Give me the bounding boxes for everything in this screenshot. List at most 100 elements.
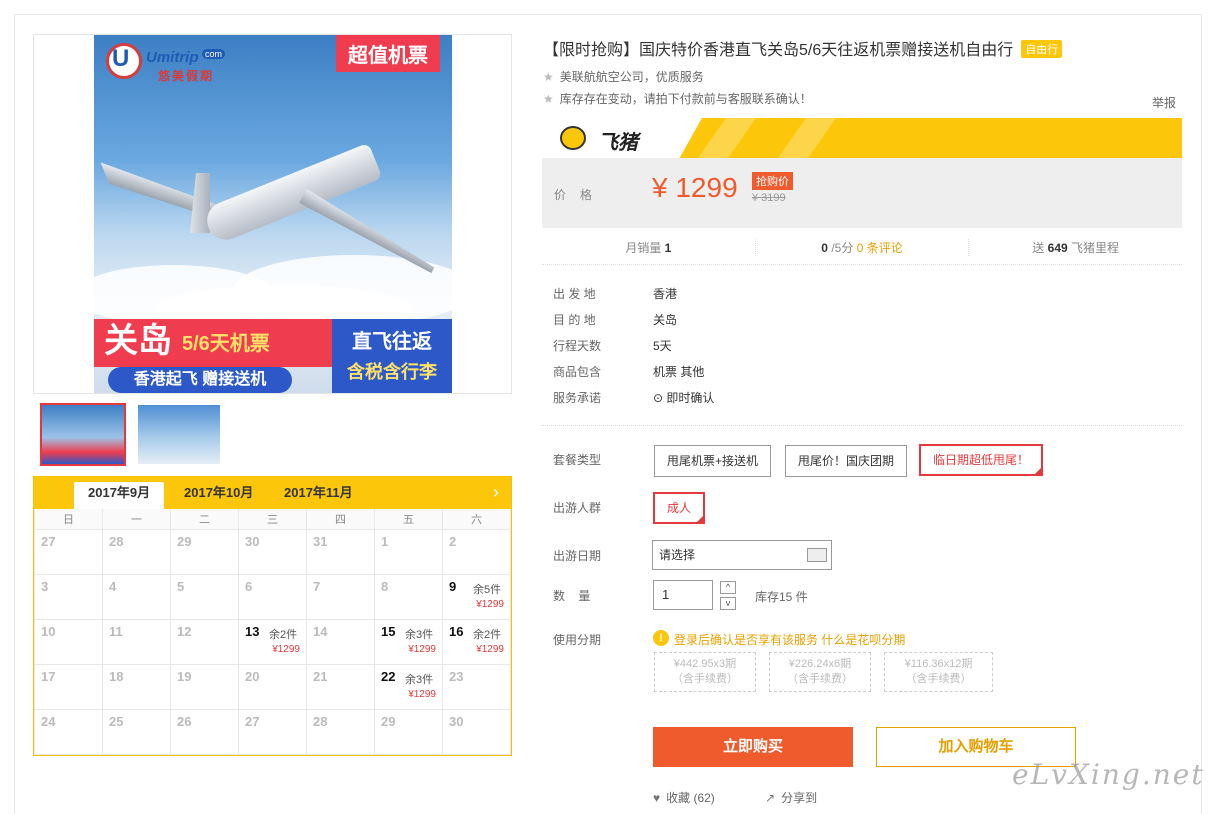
fliggy-bar: 飞猪	[542, 118, 1182, 158]
day-number: 28	[109, 533, 124, 549]
tab-nov-2017[interactable]: 2017年11月	[270, 482, 367, 509]
package-option-2[interactable]: 甩尾价！国庆团期	[785, 445, 908, 477]
installment-warning[interactable]: 登录后确认是否享有该服务 什么是花呗分期	[674, 631, 905, 648]
day-number: 4	[109, 578, 117, 594]
star-icon: ★	[543, 92, 554, 106]
current-price: ¥ 1299	[652, 172, 738, 203]
day-price: ¥1299	[476, 598, 504, 610]
installment-option-6[interactable]: ¥226.24x6期 （含手续费）	[769, 652, 871, 692]
calendar-grid: 日一二三四五六 27 28 29 30 31 1 2 3 4 5 6 7 8 9 余5件 ¥1299 10 11 1…	[34, 509, 511, 755]
heart-icon: ♥	[653, 791, 661, 805]
sub-info-1: ★ 美联航航空公司，优质服务	[543, 70, 704, 84]
umitrip-logo: U Umitrip com 悠美假期	[106, 43, 226, 85]
info-row: 商品包含 机票 其他	[553, 365, 705, 379]
installment-option-12[interactable]: ¥116.36x12期 （含手续费）	[884, 652, 993, 692]
date-label: 出游日期	[553, 549, 602, 563]
day-number: 6	[245, 578, 253, 594]
day-number: 17	[41, 668, 56, 684]
package-option-3[interactable]: 临日期超低甩尾！	[919, 444, 1044, 476]
price-box: 价格 ¥ 1299 抢购价 ¥ 3199	[542, 158, 1182, 228]
calendar-day[interactable]: 16 余2件 ¥1299	[442, 618, 511, 665]
share-icon: ↗	[765, 791, 776, 805]
increment-button[interactable]: ^	[720, 581, 736, 594]
day-number: 1	[381, 533, 389, 549]
share-link[interactable]: ↗ 分享到	[765, 789, 817, 806]
calendar-day: 27	[238, 708, 307, 755]
date-picker-input[interactable]: 请选择	[652, 540, 832, 570]
day-number: 14	[313, 623, 328, 639]
thumbnail-1[interactable]	[40, 403, 126, 466]
product-title: 【限时抢购】国庆特价香港直飞关岛5/6天往返机票赠接送机自由行 自由行	[543, 36, 1063, 60]
day-number: 29	[177, 533, 192, 549]
poster-subline: 香港起飞 赠接送机	[108, 367, 292, 393]
price-label: 价格	[554, 188, 607, 202]
calendar-day: 19	[170, 663, 239, 710]
fliggy-logo-icon	[560, 126, 586, 150]
weekday-header: 三	[238, 509, 307, 530]
rating[interactable]: 0 /5分 0 条评论	[756, 238, 970, 256]
buy-now-button[interactable]: 立即购买	[653, 727, 853, 767]
day-number: 27	[41, 533, 56, 549]
poster: U Umitrip com 悠美假期 超值机票 关岛 5/6天机票 香港起飞 赠…	[94, 35, 452, 393]
day-price: ¥1299	[476, 643, 504, 655]
calendar-day: 29	[374, 708, 443, 755]
package-option-1[interactable]: 甩尾机票+接送机	[654, 445, 772, 477]
day-number: 13	[245, 623, 260, 639]
day-price: ¥1299	[272, 643, 300, 655]
calendar-day[interactable]: 9 余5件 ¥1299	[442, 573, 511, 620]
price-tag: 抢购价	[752, 172, 793, 190]
tab-oct-2017[interactable]: 2017年10月	[170, 482, 267, 509]
main-product-image[interactable]: U Umitrip com 悠美假期 超值机票 关岛 5/6天机票 香港起飞 赠…	[33, 34, 512, 394]
qty-label: 数 量	[553, 589, 591, 603]
calendar-day: 11	[102, 618, 171, 665]
calendar-day[interactable]: 15 余3件 ¥1299	[374, 618, 443, 665]
decrement-button[interactable]: v	[720, 597, 736, 610]
calendar-day: 25	[102, 708, 171, 755]
calendar-day: 23	[442, 663, 511, 710]
calendar-day: 24	[34, 708, 103, 755]
day-number: 8	[381, 578, 389, 594]
day-stock: 余2件	[473, 628, 502, 641]
tab-sep-2017[interactable]: 2017年9月	[74, 482, 165, 509]
installment-label: 使用分期	[553, 633, 602, 647]
calendar-day: 30	[238, 528, 307, 575]
product-info: 出 发 地香港 目 的 地关岛 行程天数 5天 商品包含 机票 其他 服务承诺 ⊙ 即…	[553, 285, 714, 415]
watermark: eLvXing.net	[1012, 758, 1205, 791]
calendar-day[interactable]: 22 余3件 ¥1299	[374, 663, 443, 710]
installment-option-3[interactable]: ¥442.95x3期 （含手续费）	[654, 652, 756, 692]
crowd-label: 出游人群	[553, 501, 602, 515]
day-number: 27	[245, 713, 260, 729]
day-number: 5	[177, 578, 185, 594]
day-number: 20	[245, 668, 260, 684]
day-number: 12	[177, 623, 192, 639]
calendar-day: 26	[170, 708, 239, 755]
favorite-link[interactable]: ♥ 收藏 (62)	[653, 789, 715, 806]
calendar-day: 7	[306, 573, 375, 620]
calendar-day: 28	[102, 528, 171, 575]
day-number: 28	[313, 713, 328, 729]
original-price: ¥ 3199	[752, 192, 786, 204]
quantity-input[interactable]: 1	[653, 580, 713, 610]
calendar-day: 31	[306, 528, 375, 575]
day-stock: 余5件	[473, 583, 502, 596]
calendar-day: 6	[238, 573, 307, 620]
calendar-day[interactable]: 13 余2件 ¥1299	[238, 618, 307, 665]
calendar-day: 14	[306, 618, 375, 665]
day-number: 11	[109, 623, 123, 639]
day-number: 19	[177, 668, 192, 684]
calendar-day: 2	[442, 528, 511, 575]
day-number: 3	[41, 578, 49, 594]
day-number: 30	[449, 713, 464, 729]
thumbnail-2[interactable]	[136, 403, 222, 466]
day-number: 16	[449, 623, 464, 639]
calendar-icon[interactable]	[807, 548, 827, 562]
date-calendar: 2017年9月 2017年10月 2017年11月 › 日一二三四五六 27 28…	[33, 476, 512, 756]
report-link[interactable]: 举报	[1152, 94, 1176, 111]
poster-days: 5/6天机票	[182, 333, 270, 355]
calendar-day: 30	[442, 708, 511, 755]
check-icon: ⊙	[653, 391, 667, 405]
calendar-day: 12	[170, 618, 239, 665]
calendar-day: 8	[374, 573, 443, 620]
chevron-right-icon[interactable]: ›	[493, 482, 499, 503]
crowd-option-adult[interactable]: 成人	[653, 492, 706, 524]
